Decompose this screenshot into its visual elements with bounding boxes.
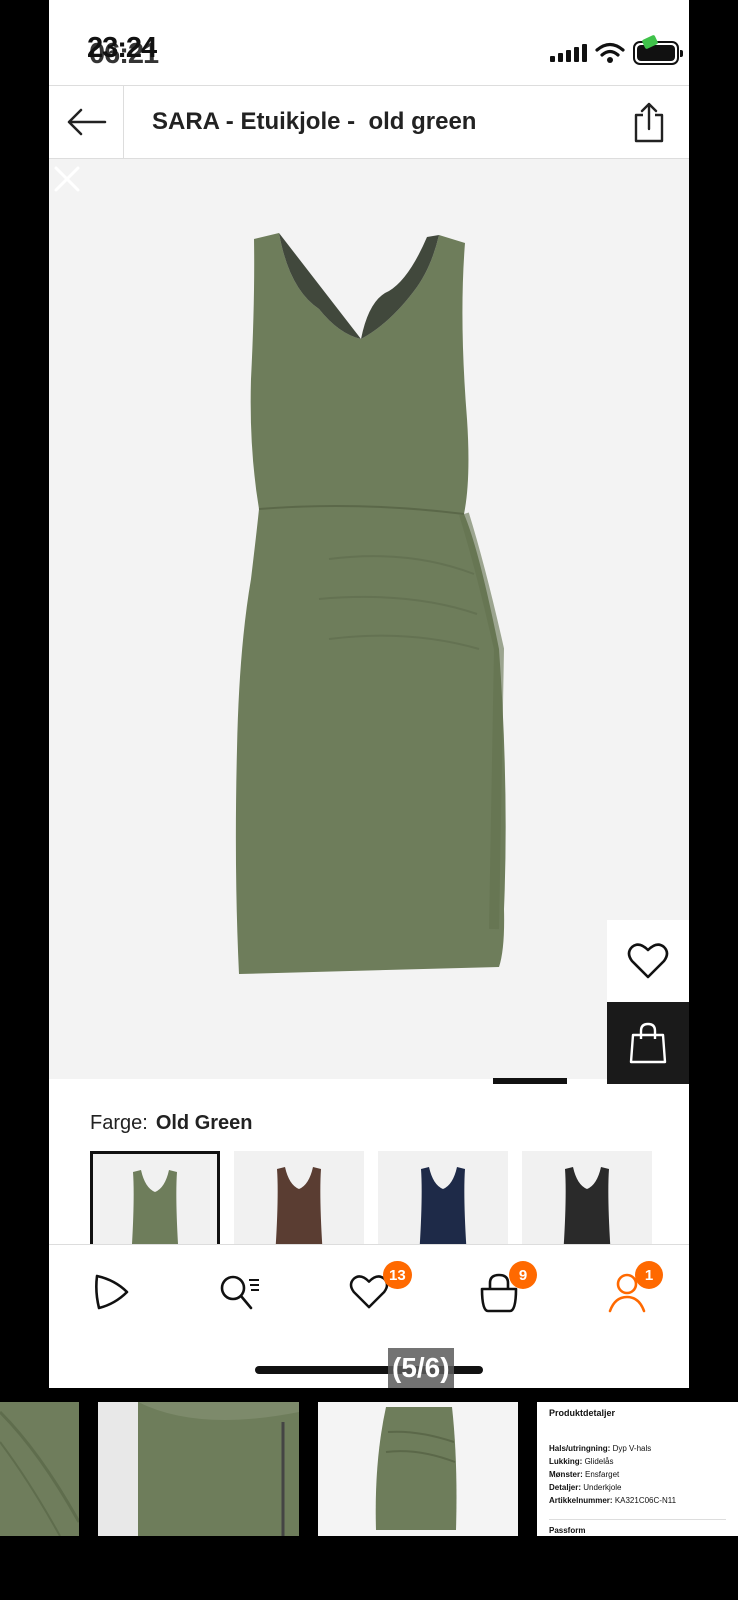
- status-time: 06:21: [89, 38, 159, 70]
- dress-thumbnail: [131, 1170, 179, 1244]
- add-to-bag-button[interactable]: [607, 1002, 689, 1084]
- details-row: Mønster: Ensfarget: [549, 1470, 620, 1479]
- details-row: Detaljer: Underkjole: [549, 1483, 622, 1492]
- selected-color-name: Old Green: [155, 1112, 253, 1134]
- image-counter: (5/6): [388, 1348, 454, 1388]
- zipper-detail-image: [98, 1402, 299, 1536]
- share-icon: [634, 102, 664, 143]
- battery-icon: [633, 34, 683, 65]
- color-swatches: [90, 1151, 652, 1247]
- cellular-signal-icon: [550, 44, 587, 62]
- image-pager-indicator: [493, 1078, 567, 1084]
- details-heading: Produktdetaljer: [549, 1408, 616, 1418]
- bag-count-badge: 9: [509, 1261, 537, 1289]
- add-to-wishlist-button[interactable]: [607, 920, 689, 1002]
- wifi-icon: [595, 42, 625, 63]
- tab-wishlist[interactable]: 13: [339, 1261, 412, 1317]
- status-bar: 23:24 06:21: [49, 0, 689, 85]
- close-icon[interactable]: [51, 163, 83, 195]
- share-button[interactable]: [629, 100, 669, 144]
- details-row: Artikkelnummer: KA321C06C-N11: [549, 1496, 677, 1505]
- swatch-black[interactable]: [522, 1151, 652, 1247]
- dress-image: [235, 233, 506, 974]
- shopping-bag-icon: [629, 1022, 667, 1064]
- details-row: Hals/utringning: Dyp V-hals: [549, 1444, 652, 1453]
- back-button[interactable]: [49, 86, 124, 158]
- bottom-tab-bar: 13 9 1: [49, 1244, 689, 1335]
- heart-icon: [627, 943, 669, 979]
- wishlist-count-badge: 13: [383, 1261, 412, 1289]
- dress-thumbnail: [419, 1167, 467, 1247]
- product-details-panel: Produktdetaljer Hals/utringning: Dyp V-h…: [537, 1402, 738, 1536]
- tab-home[interactable]: [81, 1267, 141, 1317]
- color-selector-label: Farge: Old Green: [90, 1112, 253, 1135]
- search-icon: [220, 1275, 259, 1310]
- gallery-thumbnail-skirt[interactable]: [318, 1402, 518, 1536]
- details-row: Lukking: Glidelås: [549, 1457, 614, 1466]
- status-icons: [550, 34, 683, 68]
- product-image[interactable]: [49, 159, 689, 1084]
- details-footer: Passform: [549, 1519, 726, 1535]
- play-logo-icon: [95, 1274, 129, 1310]
- tab-search[interactable]: [209, 1267, 269, 1317]
- fabric-detail-image: [0, 1410, 79, 1536]
- skirt-detail-image: [375, 1407, 457, 1530]
- dress-thumbnail: [275, 1167, 323, 1247]
- color-label-prefix: Farge:: [90, 1112, 148, 1134]
- product-header: SARA - Etuikjole - old green: [49, 85, 689, 159]
- dress-thumbnail: [563, 1167, 611, 1247]
- gallery-thumbnail-zipper[interactable]: [98, 1402, 299, 1536]
- page-title: SARA - Etuikjole - old green: [152, 108, 477, 135]
- app-screen: 23:24 06:21 SARA - Etuikjole - old green: [49, 0, 689, 1388]
- gallery-thumbnail-fabric[interactable]: [0, 1402, 79, 1536]
- tab-profile[interactable]: 1: [597, 1261, 663, 1317]
- swatch-brown[interactable]: [234, 1151, 364, 1247]
- tab-bag[interactable]: 9: [469, 1261, 537, 1317]
- swatch-navy[interactable]: [378, 1151, 508, 1247]
- swatch-old-green[interactable]: [90, 1151, 220, 1247]
- gallery-thumbnail-details[interactable]: Produktdetaljer Hals/utringning: Dyp V-h…: [537, 1402, 738, 1536]
- arrow-left-icon: [67, 108, 107, 136]
- profile-notification-badge: 1: [635, 1261, 663, 1289]
